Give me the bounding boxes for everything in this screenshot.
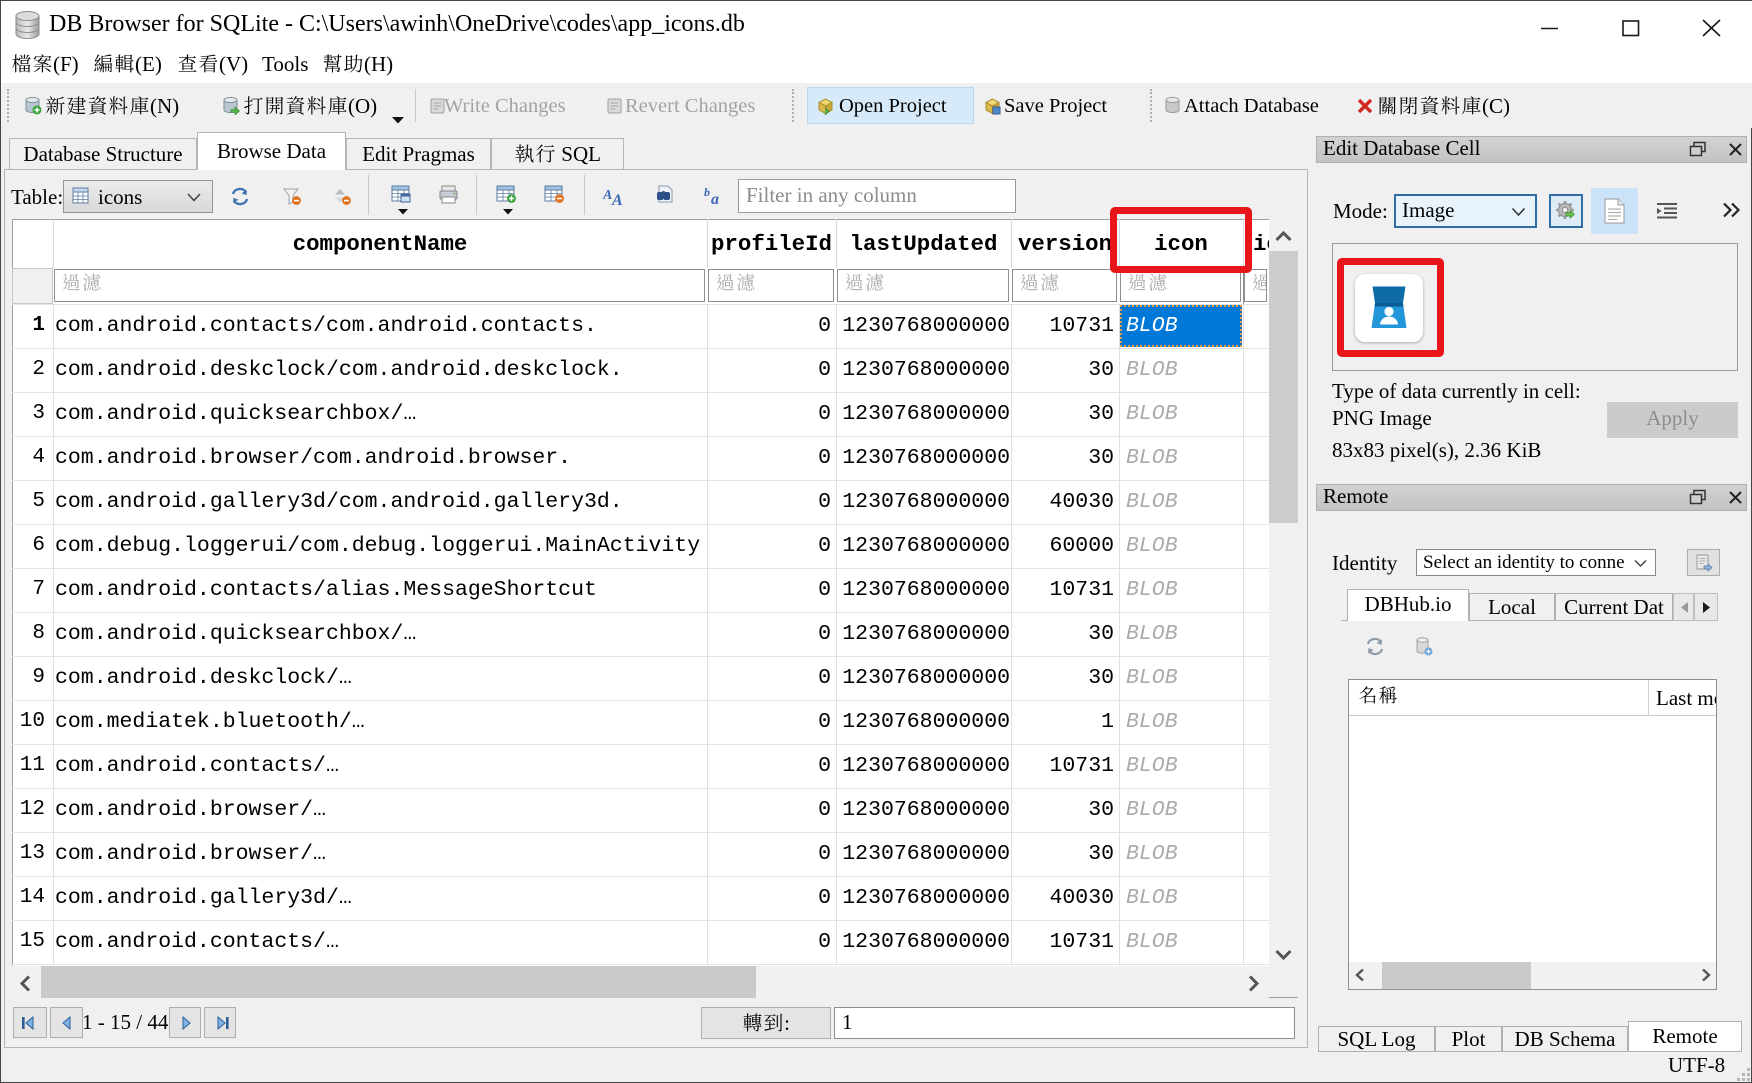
svg-text:b: b [704,186,710,199]
svg-text:a: a [711,191,719,205]
svg-text:A: A [603,188,612,203]
svg-text:A: A [611,192,623,206]
